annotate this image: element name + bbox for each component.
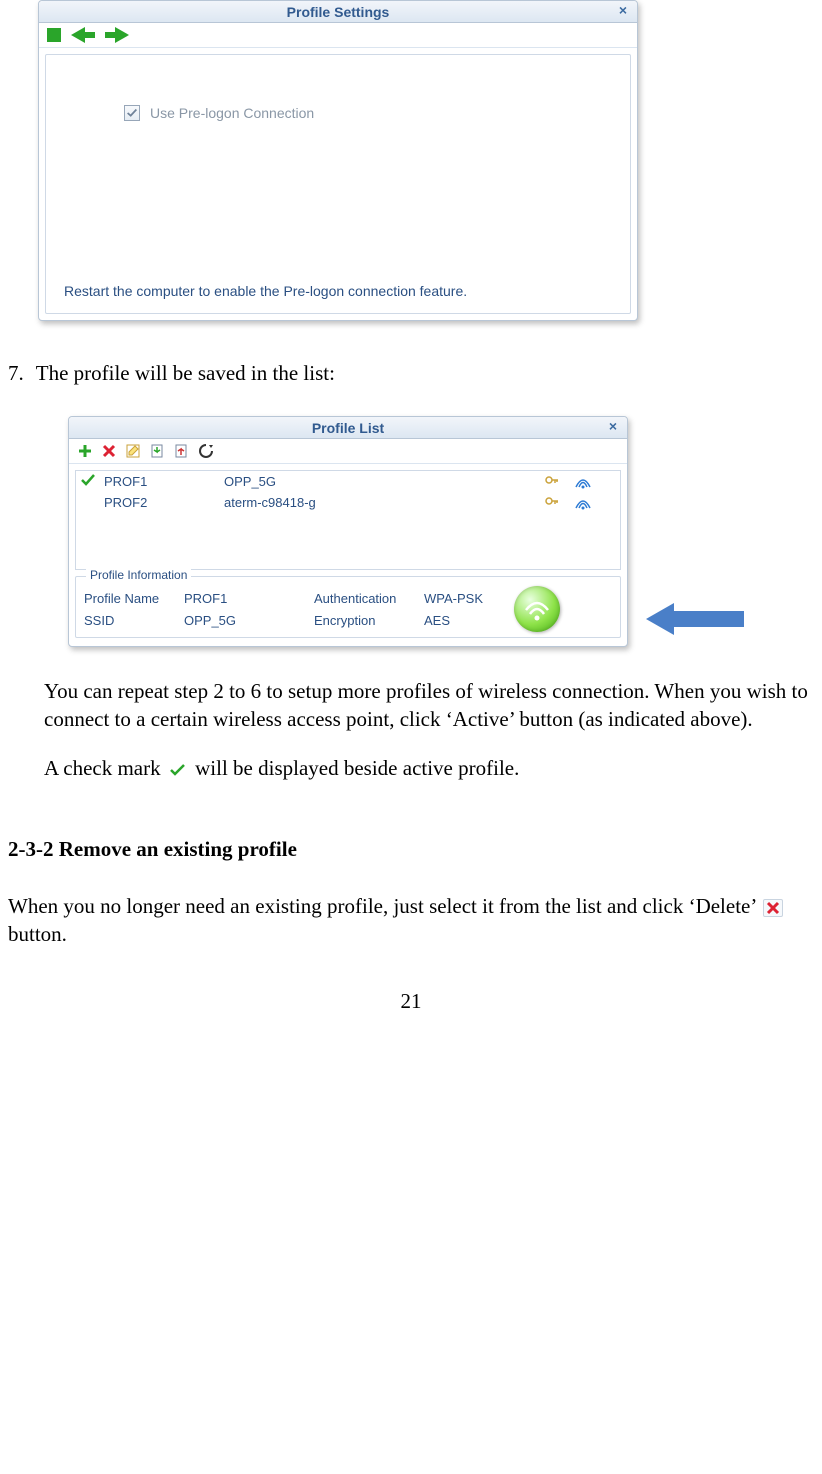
value-profile-name: PROF1 — [184, 591, 314, 606]
value-encryption: AES — [424, 613, 514, 628]
prelogon-checkbox[interactable] — [124, 105, 140, 121]
paragraph: A check mark will be displayed beside ac… — [44, 754, 814, 782]
profile-information-box: Profile Information Profile Name PROF1 A… — [75, 576, 621, 638]
profile-name: PROF2 — [104, 495, 224, 510]
window-title: Profile Settings — [287, 4, 390, 20]
profile-settings-window: Profile Settings × Use Pre-logon Connect… — [38, 0, 638, 321]
key-icon — [544, 473, 570, 490]
key-icon — [544, 494, 570, 511]
profile-ssid: aterm-c98418-g — [224, 495, 544, 510]
step-text: The profile will be saved in the list: — [36, 361, 335, 386]
refresh-icon[interactable] — [197, 443, 215, 459]
pointer-arrow-icon — [646, 603, 744, 635]
activate-button[interactable] — [514, 586, 560, 632]
close-icon[interactable]: × — [615, 3, 631, 19]
step-number: 7. — [8, 361, 24, 386]
delete-icon — [763, 899, 783, 917]
signal-icon — [570, 496, 596, 510]
page-number: 21 — [8, 989, 814, 1014]
stop-icon[interactable] — [47, 28, 61, 42]
label-profile-name: Profile Name — [84, 591, 184, 606]
value-authentication: WPA-PSK — [424, 591, 514, 606]
paragraph: When you no longer need an existing prof… — [8, 892, 814, 949]
export-icon[interactable] — [173, 443, 189, 459]
profile-list-toolbar — [69, 439, 627, 464]
active-check-icon — [80, 473, 104, 490]
profile-ssid: OPP_5G — [224, 474, 544, 489]
label-ssid: SSID — [84, 613, 184, 628]
label-authentication: Authentication — [314, 591, 424, 606]
back-icon[interactable] — [71, 27, 95, 43]
value-ssid: OPP_5G — [184, 613, 314, 628]
close-icon[interactable]: × — [605, 419, 621, 435]
import-icon[interactable] — [149, 443, 165, 459]
edit-icon[interactable] — [125, 443, 141, 459]
profile-name: PROF1 — [104, 474, 224, 489]
signal-icon — [570, 475, 596, 489]
window-title: Profile List — [312, 420, 384, 436]
window-title-bar: Profile List × — [69, 417, 627, 439]
step-7: 7. The profile will be saved in the list… — [8, 361, 814, 386]
settings-body: Use Pre-logon Connection Restart the com… — [45, 54, 631, 314]
prelogon-checkbox-label: Use Pre-logon Connection — [150, 105, 314, 121]
check-mark-icon — [168, 761, 188, 779]
settings-toolbar — [39, 23, 637, 48]
profile-row[interactable]: PROF1 OPP_5G — [76, 471, 620, 492]
profile-list: PROF1 OPP_5G PROF2 aterm-c98418-g — [75, 470, 621, 570]
paragraph: You can repeat step 2 to 6 to setup more… — [44, 677, 814, 734]
wifi-icon — [522, 594, 552, 624]
delete-icon[interactable] — [101, 443, 117, 459]
profile-row[interactable]: PROF2 aterm-c98418-g — [76, 492, 620, 513]
settings-note: Restart the computer to enable the Pre-l… — [64, 283, 612, 299]
add-icon[interactable] — [77, 443, 93, 459]
window-title-bar: Profile Settings × — [39, 1, 637, 23]
fieldset-legend: Profile Information — [86, 568, 191, 582]
section-heading: 2-3-2 Remove an existing profile — [8, 837, 814, 862]
label-encryption: Encryption — [314, 613, 424, 628]
forward-icon[interactable] — [105, 27, 129, 43]
profile-list-window: Profile List × PROF1 OPP_5G — [68, 416, 628, 647]
